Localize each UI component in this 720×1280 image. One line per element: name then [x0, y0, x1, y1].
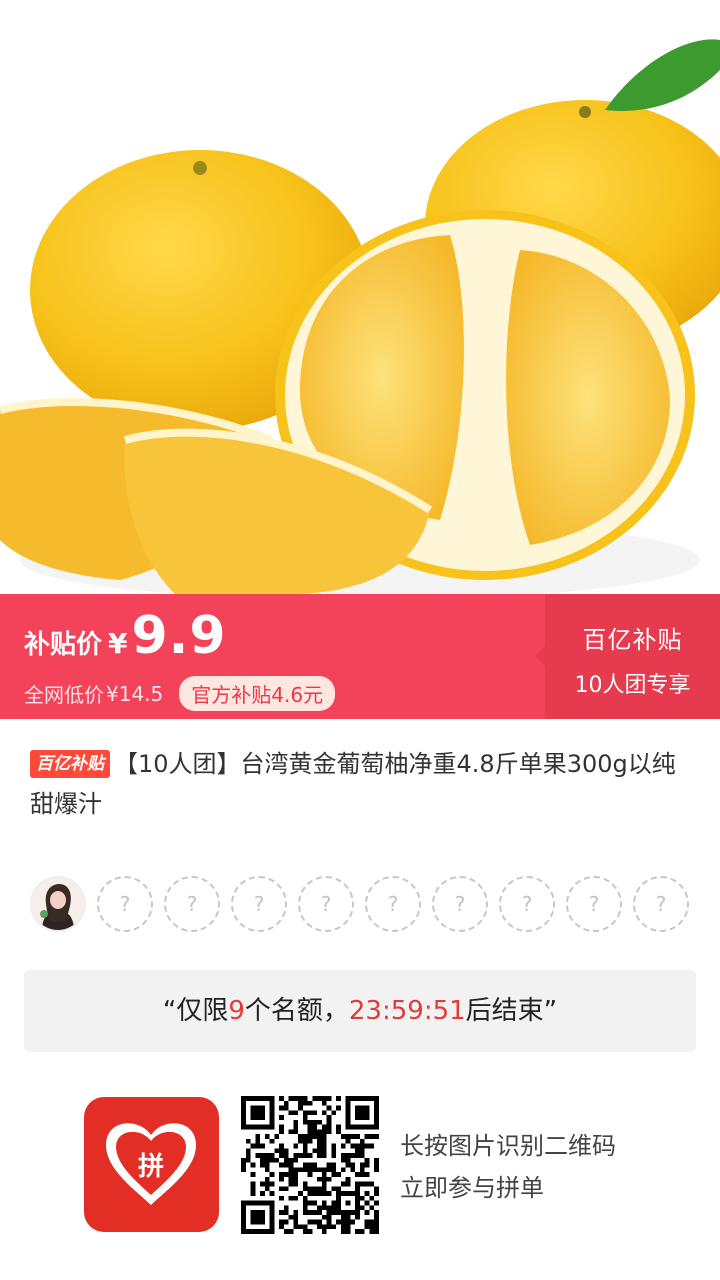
empty-slot: ? [97, 876, 153, 932]
qr-instruction-line2: 立即参与拼单 [400, 1174, 544, 1202]
qr-code-icon [241, 1096, 379, 1234]
original-price: ¥14.5 [106, 681, 164, 706]
original-price-row: 全网低价 ¥14.5 官方补贴4.6元 [24, 676, 336, 711]
empty-slot: ? [499, 876, 555, 932]
notice-prefix: “仅限 [162, 996, 229, 1026]
pinduoduo-logo-icon: 拼 [106, 1123, 196, 1205]
original-price-label: 全网低价 [24, 683, 104, 707]
countdown-timer: 23:59:51 [348, 996, 466, 1026]
product-title: 百亿补贴 【10人团】台湾黄金葡萄柚净重4.8斤单果300g以纯甜爆汁 [30, 744, 690, 824]
empty-slot: ? [231, 876, 287, 932]
empty-slot: ? [432, 876, 488, 932]
notice-middle: 个名额， [244, 996, 349, 1026]
grapefruit-illustration [0, 0, 720, 594]
empty-slot: ? [365, 876, 421, 932]
qr-code[interactable] [241, 1096, 379, 1234]
user-avatar-icon [32, 878, 84, 930]
countdown-notice: “仅限9个名额，23:59:51后结束” [24, 970, 696, 1052]
qr-instructions: 长按图片识别二维码 立即参与拼单 [400, 1125, 616, 1209]
remaining-count: 9 [228, 996, 245, 1026]
price-value: 9.9 [131, 606, 227, 666]
qr-instruction-line1: 长按图片识别二维码 [400, 1132, 616, 1160]
price-info: 补贴价 ¥ 9.9 全网低价 ¥14.5 官方补贴4.6元 [0, 594, 545, 719]
app-logo: 拼 [84, 1097, 219, 1232]
empty-slot: ? [633, 876, 689, 932]
notice-suffix: 后结束” [465, 996, 558, 1026]
subsidy-amount-badge: 官方补贴4.6元 [179, 676, 336, 711]
price-bar: 补贴价 ¥ 9.9 全网低价 ¥14.5 官方补贴4.6元 百亿补贴 10人团专… [0, 594, 720, 719]
product-title-text: 【10人团】台湾黄金葡萄柚净重4.8斤单果300g以纯甜爆汁 [30, 750, 676, 818]
group-deal-subtitle: 10人团专享 [574, 673, 691, 698]
group-deal-tag: 百亿补贴 10人团专享 [535, 594, 720, 719]
empty-slot: ? [566, 876, 622, 932]
group-members: ? ? ? ? ? ? ? ? ? [30, 876, 700, 934]
subsidy-badge: 百亿补贴 [30, 750, 110, 778]
avatar [30, 876, 86, 932]
empty-slot: ? [164, 876, 220, 932]
product-image [0, 0, 720, 594]
subsidy-price-label: 补贴价 [24, 630, 103, 660]
group-deal-title: 百亿补贴 [582, 626, 683, 654]
subsidy-price: 补贴价 ¥ 9.9 [24, 606, 227, 666]
empty-slot: ? [298, 876, 354, 932]
currency-symbol: ¥ [108, 627, 128, 660]
logo-text: 拼 [138, 1152, 164, 1182]
